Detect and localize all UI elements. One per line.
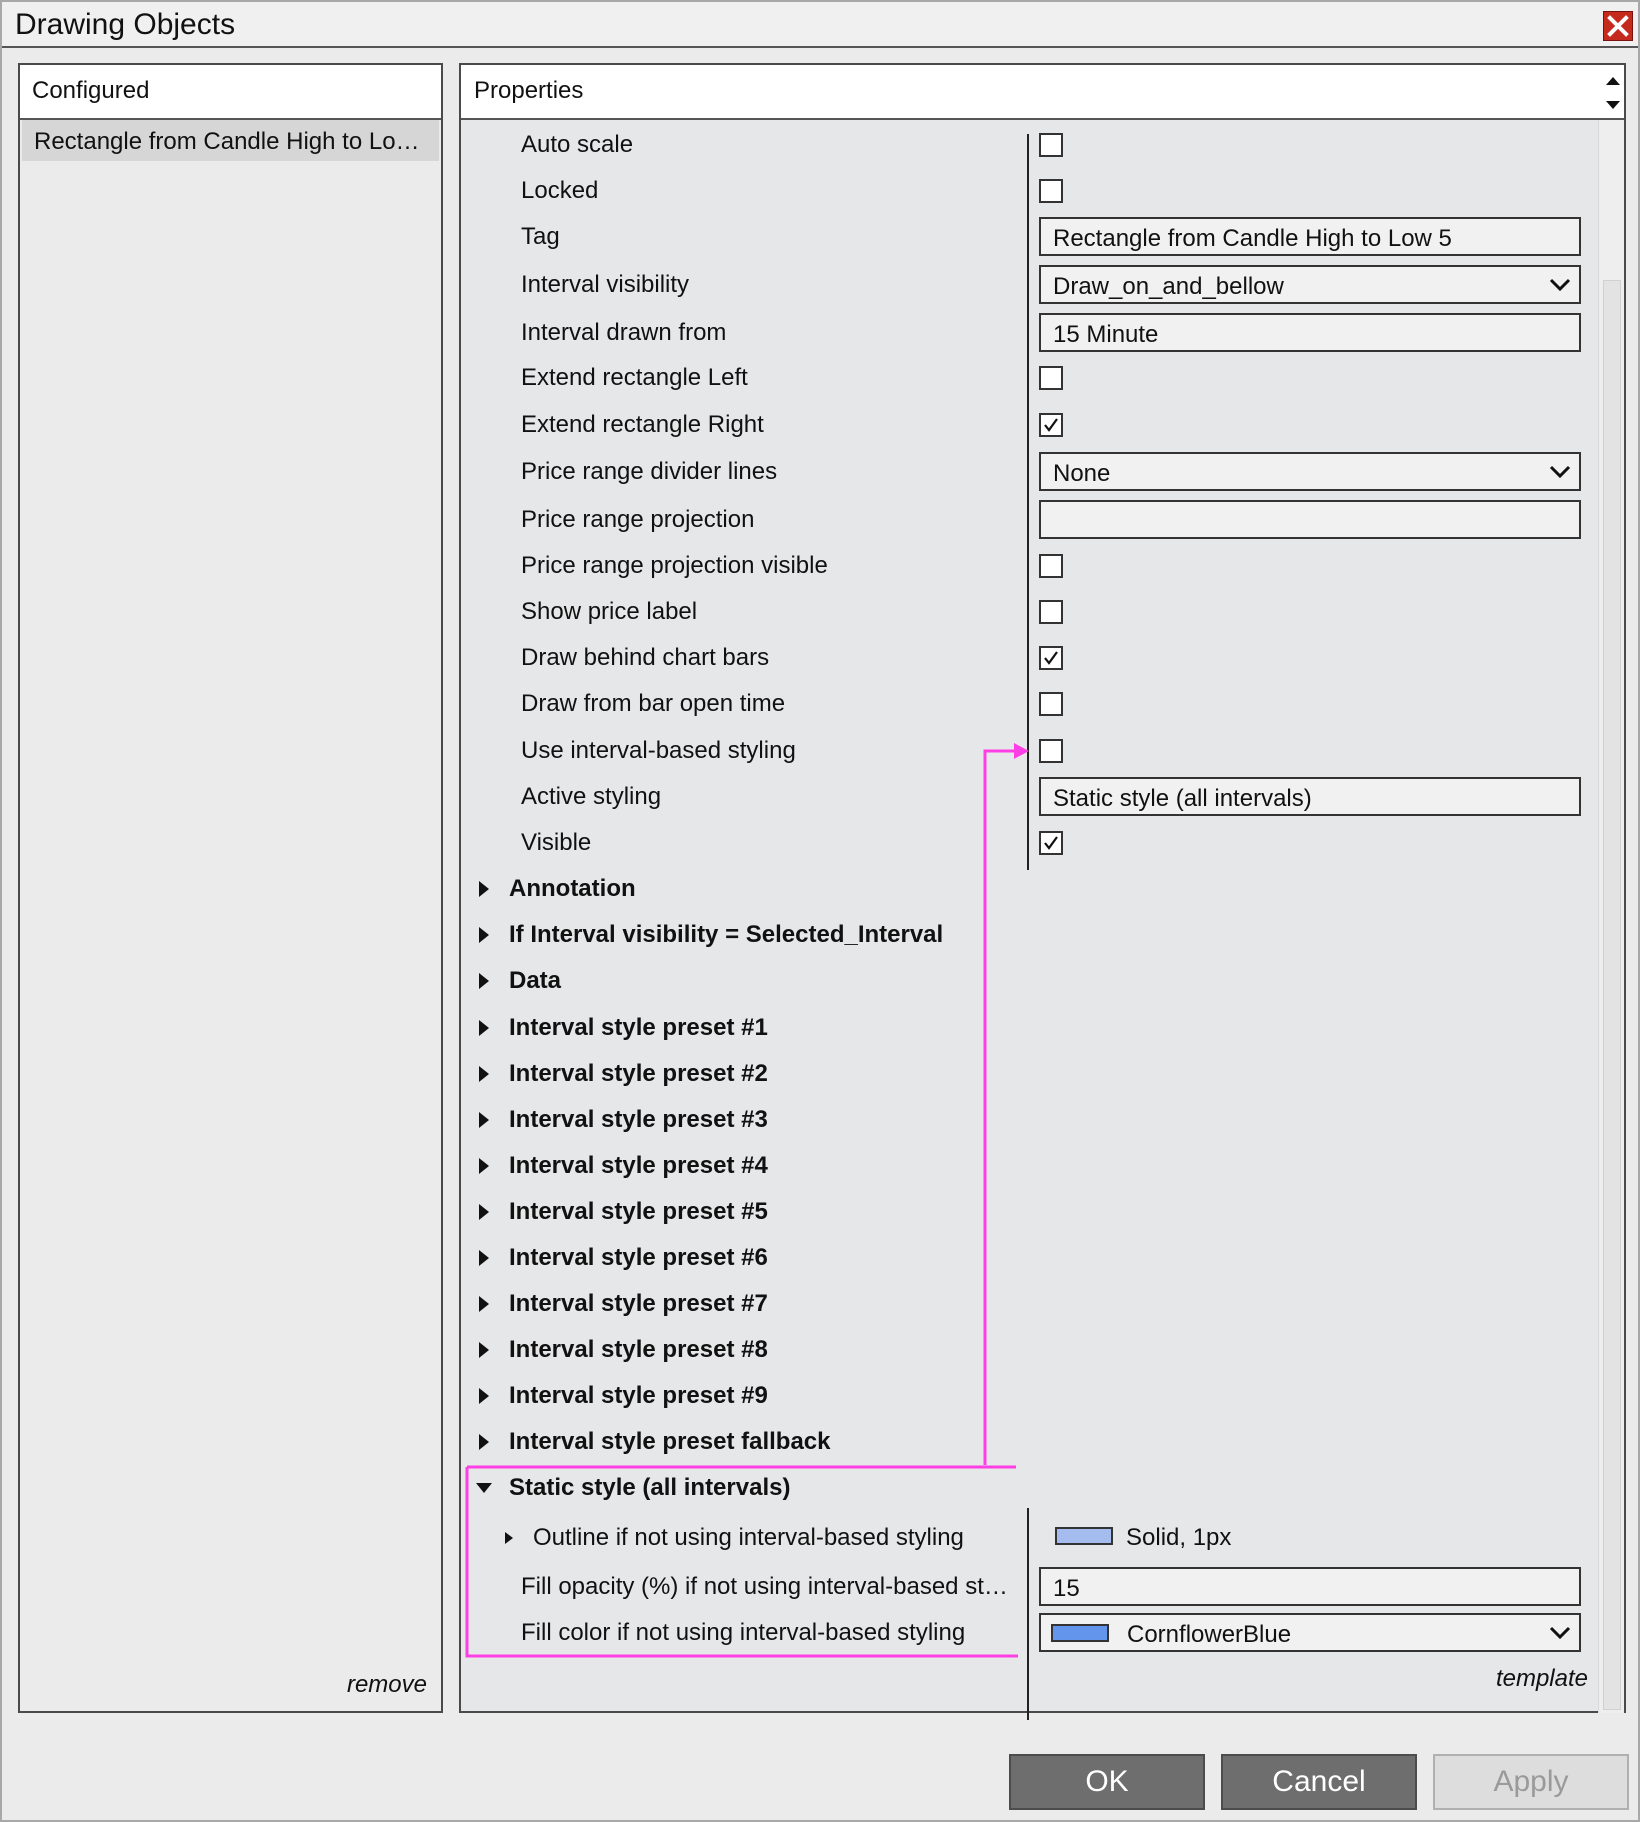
remove-link[interactable]: remove bbox=[347, 1671, 427, 1699]
configured-header-label: Configured bbox=[32, 77, 150, 104]
title-bar[interactable]: Drawing Objects bbox=[2, 2, 1638, 48]
configured-item[interactable]: Rectangle from Candle High to Lo… bbox=[22, 120, 439, 161]
configured-panel: Configured Rectangle from Candle High to… bbox=[18, 63, 443, 1713]
configured-item-label: Rectangle from Candle High to Lo… bbox=[34, 128, 420, 155]
properties-panel: Properties Auto scale Locked Tag Rectang… bbox=[459, 63, 1626, 1720]
annotation-overlay bbox=[465, 743, 1029, 1658]
ok-button[interactable]: OK bbox=[1009, 1754, 1205, 1810]
close-icon bbox=[1607, 15, 1629, 37]
apply-button[interactable]: Apply bbox=[1433, 1754, 1629, 1810]
dialog-title: Drawing Objects bbox=[15, 8, 236, 41]
cancel-button[interactable]: Cancel bbox=[1221, 1754, 1417, 1810]
annotation-arrowhead bbox=[1014, 743, 1029, 759]
annotation-arrow bbox=[465, 749, 1018, 1658]
drawing-objects-dialog: Drawing Objects Configured Rectangle fro… bbox=[0, 0, 1640, 1822]
configured-header: Configured bbox=[20, 65, 441, 120]
close-button[interactable] bbox=[1603, 11, 1633, 41]
